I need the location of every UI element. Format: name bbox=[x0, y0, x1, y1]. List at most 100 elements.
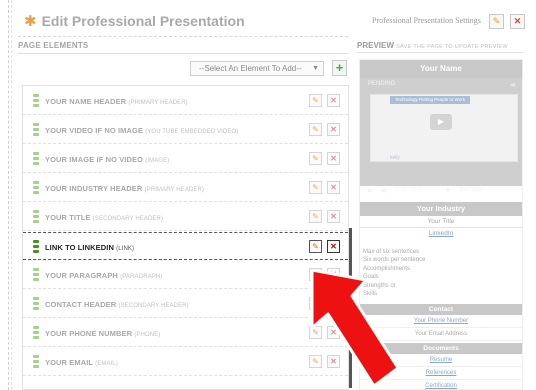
drag-handle-icon[interactable] bbox=[33, 240, 39, 254]
element-row[interactable]: YOUR NAME HEADER (PRIMARY HEADER) ✎ ✕ bbox=[23, 87, 348, 115]
close-button[interactable]: ✕ bbox=[510, 14, 525, 29]
element-name: YOUR PARAGRAPH bbox=[45, 271, 118, 280]
element-row[interactable]: YOUR VIDEO IF NO IMAGE (YOU TUBE EMBEDDE… bbox=[23, 116, 348, 144]
pencil-icon[interactable]: ✎ bbox=[309, 152, 322, 165]
page-elements-label: PAGE ELEMENTS bbox=[18, 41, 89, 50]
preview-title-text: Your Title bbox=[360, 216, 522, 228]
element-label: YOUR EMAIL (EMAIL) bbox=[45, 358, 118, 367]
play-icon[interactable]: ▶ bbox=[430, 114, 452, 130]
drag-handle-icon[interactable] bbox=[33, 355, 39, 369]
preview-industry-header: Your Industry bbox=[360, 202, 522, 216]
element-label: YOUR PHONE NUMBER (PHONE) bbox=[45, 329, 160, 338]
gear-icon: ✱ bbox=[24, 13, 37, 30]
add-element-button[interactable]: + bbox=[332, 60, 347, 76]
close-icon[interactable]: ✕ bbox=[327, 123, 340, 136]
left-guide-line bbox=[8, 0, 9, 390]
drag-handle-icon[interactable] bbox=[33, 268, 39, 282]
volume-icon[interactable]: ◀) bbox=[381, 187, 388, 194]
element-row[interactable]: LINK TO LINKEDIN (LINK) ✎ ✕ bbox=[23, 232, 348, 260]
plus-icon: + bbox=[335, 60, 344, 75]
element-label: YOUR IMAGE IF NO VIDEO (IMAGE) bbox=[45, 155, 169, 164]
section-divider bbox=[18, 53, 348, 54]
element-type: (PHONE) bbox=[134, 332, 161, 338]
element-row[interactable]: YOUR TITLE (SECONDARY HEADER) ✎ ✕ bbox=[23, 203, 348, 231]
chevron-down-icon: ▼ bbox=[312, 65, 319, 72]
close-icon[interactable]: ✕ bbox=[327, 94, 340, 107]
element-type: (PRIMARY HEADER) bbox=[128, 100, 188, 106]
element-type: (PRIMARY HEADER) bbox=[144, 187, 205, 193]
settings-icon[interactable]: ✱ bbox=[446, 187, 451, 194]
element-select-value: --Select An Element To Add-- bbox=[199, 64, 302, 73]
drag-handle-icon[interactable] bbox=[33, 210, 39, 224]
element-name: YOUR VIDEO IF NO IMAGE bbox=[45, 126, 144, 135]
element-type: (YOU TUBE EMBEDDED VIDEO) bbox=[145, 129, 239, 135]
element-type: (PARAGRAPH) bbox=[120, 274, 163, 280]
preview-hint: SAVE THE PAGE TO UPDATE PREVIEW bbox=[396, 44, 508, 50]
drag-handle-icon[interactable] bbox=[33, 297, 39, 311]
preview-title: PREVIEW bbox=[357, 41, 394, 50]
preview-linkedin-link[interactable]: LinkedIn bbox=[360, 228, 522, 240]
video-banner: Technology Putting People to Work bbox=[390, 96, 470, 104]
preview-name-header: Your Name bbox=[360, 60, 522, 78]
element-label: YOUR VIDEO IF NO IMAGE (YOU TUBE EMBEDDE… bbox=[45, 126, 238, 135]
video-time: 0:00 / 0:57 bbox=[395, 187, 424, 193]
preview-video: PENDING ⋖ Technology Putting People to W… bbox=[360, 78, 522, 194]
preview-label: PREVIEW SAVE THE PAGE TO UPDATE PREVIEW bbox=[357, 41, 508, 50]
pencil-icon: ✎ bbox=[492, 16, 501, 26]
element-type: (IMAGE) bbox=[145, 158, 170, 164]
pencil-icon[interactable]: ✎ bbox=[309, 210, 322, 223]
youtube-logo[interactable]: YouTube bbox=[459, 187, 483, 193]
pencil-icon[interactable]: ✎ bbox=[309, 94, 322, 107]
element-type: (LINK) bbox=[116, 246, 135, 252]
element-label: YOUR INDUSTRY HEADER (PRIMARY HEADER) bbox=[45, 184, 204, 193]
element-name: YOUR IMAGE IF NO VIDEO bbox=[45, 155, 144, 164]
preview-paragraph-line: Max of six sentences bbox=[363, 249, 420, 255]
drag-handle-icon[interactable] bbox=[33, 94, 39, 108]
element-name: YOUR INDUSTRY HEADER bbox=[45, 184, 143, 193]
element-type: (SECONDARY HEADER) bbox=[92, 216, 164, 222]
element-row[interactable]: YOUR IMAGE IF NO VIDEO (IMAGE) ✎ ✕ bbox=[23, 145, 348, 173]
video-controls: ▶ ◀) 0:00 / 0:57 ✱ YouTube ⛶ bbox=[360, 182, 522, 198]
page-title: Edit Professional Presentation bbox=[41, 13, 245, 29]
fullscreen-icon[interactable]: ⛶ bbox=[490, 187, 494, 194]
close-icon[interactable]: ✕ bbox=[327, 210, 340, 223]
video-status: PENDING bbox=[368, 81, 396, 87]
element-label: YOUR PARAGRAPH (PARAGRAPH) bbox=[45, 271, 162, 280]
element-name: YOUR TITLE bbox=[45, 213, 91, 222]
element-type: (EMAIL) bbox=[95, 361, 118, 367]
drag-handle-icon[interactable] bbox=[33, 152, 39, 166]
settings-link[interactable]: Professional Presentation Settings bbox=[372, 16, 481, 25]
element-label: LINK TO LINKEDIN (LINK) bbox=[45, 243, 134, 252]
element-name: YOUR PHONE NUMBER bbox=[45, 329, 133, 338]
element-name: LINK TO LINKEDIN bbox=[45, 243, 114, 252]
close-icon[interactable]: ✕ bbox=[327, 240, 340, 253]
element-select[interactable]: --Select An Element To Add-- ▼ bbox=[190, 61, 324, 76]
pencil-icon[interactable]: ✎ bbox=[309, 181, 322, 194]
video-logo: kelly bbox=[390, 155, 401, 161]
element-name: YOUR NAME HEADER bbox=[45, 97, 127, 106]
edit-settings-button[interactable]: ✎ bbox=[489, 14, 504, 29]
element-row[interactable]: YOUR INDUSTRY HEADER (PRIMARY HEADER) ✎ ✕ bbox=[23, 174, 348, 202]
element-name: YOUR EMAIL bbox=[45, 358, 93, 367]
pencil-icon[interactable]: ✎ bbox=[309, 123, 322, 136]
preview-divider bbox=[357, 52, 523, 53]
element-label: YOUR TITLE (SECONDARY HEADER) bbox=[45, 213, 163, 222]
page-header: ✱ Edit Professional Presentation bbox=[24, 12, 245, 30]
drag-handle-icon[interactable] bbox=[33, 326, 39, 340]
preview-paragraph-line: Six words per sentence bbox=[363, 257, 426, 264]
close-icon[interactable]: ✕ bbox=[327, 181, 340, 194]
close-icon: ✕ bbox=[513, 16, 522, 26]
drag-handle-icon[interactable] bbox=[33, 181, 39, 195]
share-icon[interactable]: ⋖ bbox=[510, 81, 516, 89]
header-divider bbox=[18, 36, 348, 37]
close-icon[interactable]: ✕ bbox=[327, 152, 340, 165]
drag-handle-icon[interactable] bbox=[33, 123, 39, 137]
element-label: YOUR NAME HEADER (PRIMARY HEADER) bbox=[45, 97, 188, 106]
left-guide-line-inner bbox=[11, 0, 12, 390]
element-name: CONTACT HEADER bbox=[45, 300, 117, 309]
annotation-arrow bbox=[310, 270, 400, 388]
pencil-icon[interactable]: ✎ bbox=[309, 240, 322, 253]
play-control-icon[interactable]: ▶ bbox=[368, 187, 373, 194]
element-type: (SECONDARY HEADER) bbox=[118, 303, 189, 309]
element-label: CONTACT HEADER (SECONDARY HEADER) bbox=[45, 300, 189, 309]
